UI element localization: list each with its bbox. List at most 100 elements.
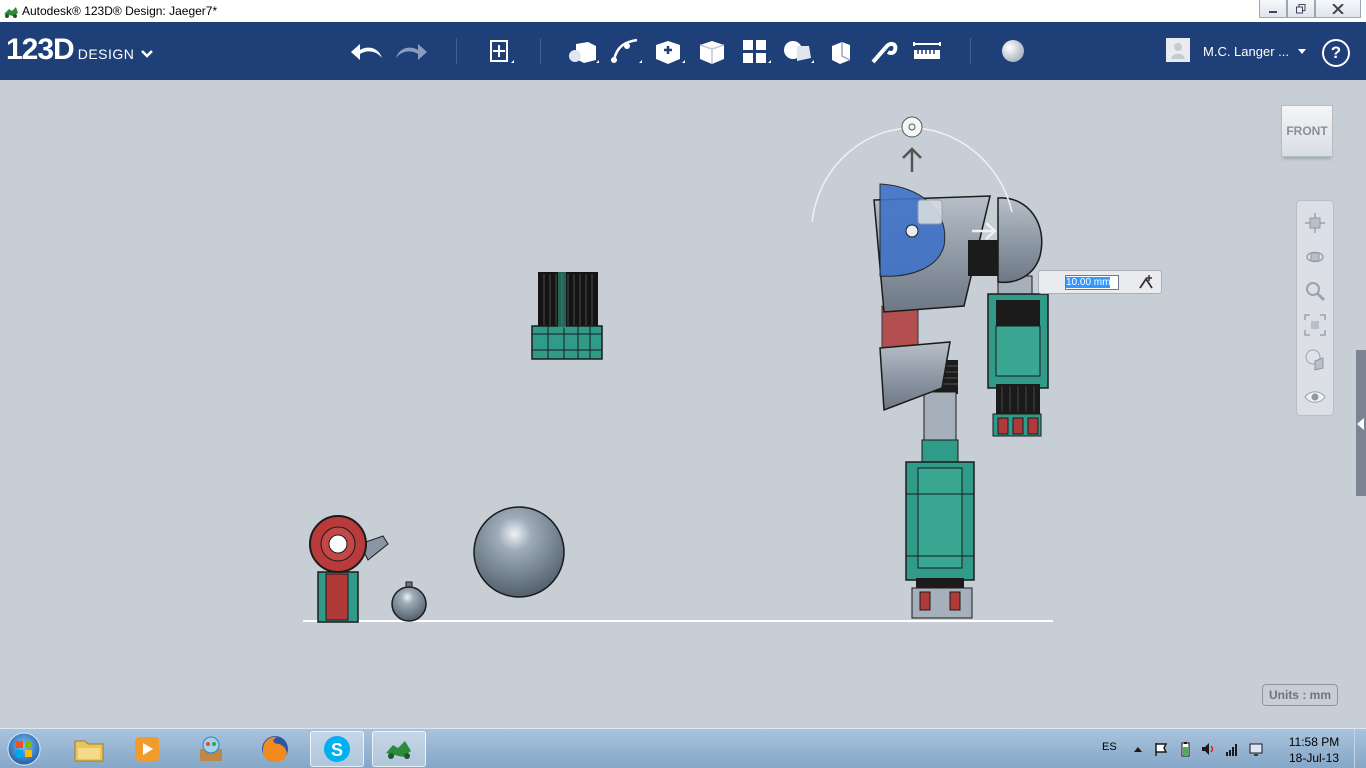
orbit-button[interactable] xyxy=(1301,243,1329,271)
minimize-icon xyxy=(1269,10,1277,13)
viewcube[interactable]: FRONT xyxy=(1281,105,1333,157)
material-button[interactable] xyxy=(996,34,1030,68)
toolbar-separator xyxy=(456,38,457,64)
volume-icon[interactable] xyxy=(1200,741,1216,757)
close-icon xyxy=(1332,3,1344,14)
taskbar-media-player[interactable] xyxy=(120,731,174,767)
taskbar: S ES 11:58 PM 18-Jul-13 xyxy=(0,728,1366,768)
network-signal-icon[interactable] xyxy=(1224,741,1240,757)
clock-time[interactable]: 11:58 PM xyxy=(1284,735,1344,749)
grouping-icon xyxy=(784,41,814,63)
dimension-input-box: 10.00 mm xyxy=(1038,270,1162,294)
fit-button[interactable] xyxy=(1301,311,1329,339)
restore-icon xyxy=(1296,3,1306,13)
transform-button[interactable] xyxy=(482,34,516,68)
3d-viewport[interactable]: FRONT 10.00 mm Units : mm xyxy=(0,80,1366,728)
clock-date[interactable]: 18-Jul-13 xyxy=(1284,751,1344,765)
large-sphere-model[interactable] xyxy=(473,506,565,598)
orbit-icon xyxy=(1306,251,1324,263)
dimension-value: 10.00 mm xyxy=(1066,277,1111,288)
undo-button[interactable] xyxy=(350,34,384,68)
primitives-icon xyxy=(569,42,599,63)
undo-icon xyxy=(351,44,382,60)
measure-button[interactable] xyxy=(910,34,944,68)
floating-joint-model[interactable] xyxy=(531,272,603,360)
logo-subtext: DESIGN xyxy=(77,46,135,62)
toolbar-separator xyxy=(970,38,971,64)
show-desktop-button[interactable] xyxy=(1354,729,1366,768)
123d-design-icon xyxy=(386,741,411,759)
chevron-left-icon xyxy=(1357,418,1364,430)
leg-model[interactable] xyxy=(905,360,975,619)
units-button[interactable]: Units : mm xyxy=(1262,684,1338,706)
grouping-button[interactable] xyxy=(781,34,815,68)
scene-canvas[interactable] xyxy=(0,80,1366,728)
paint-icon xyxy=(200,736,222,761)
viewcube-face-label: FRONT xyxy=(1286,124,1328,138)
snap-button[interactable] xyxy=(867,34,901,68)
window-title: Autodesk® 123D® Design: Jaeger7* xyxy=(22,4,218,18)
folder-icon xyxy=(74,740,104,762)
snap-icon[interactable] xyxy=(1137,273,1155,291)
user-name[interactable]: M.C. Langer ... xyxy=(1203,44,1289,59)
app-icon xyxy=(4,7,18,18)
logo-text: 123D xyxy=(6,33,75,66)
construct-button[interactable] xyxy=(652,34,686,68)
combine-button[interactable] xyxy=(824,34,858,68)
media-player-icon xyxy=(135,737,159,761)
eye-icon xyxy=(1304,391,1326,403)
zoom-button[interactable] xyxy=(1301,277,1329,305)
language-indicator[interactable]: ES xyxy=(1102,741,1117,753)
taskbar-paint[interactable] xyxy=(184,731,238,767)
sketch-icon xyxy=(611,38,642,63)
pan-button[interactable] xyxy=(1301,209,1329,237)
maximize-button[interactable] xyxy=(1287,0,1315,18)
turret-model[interactable] xyxy=(309,515,389,623)
dimension-input[interactable]: 10.00 mm xyxy=(1065,275,1119,290)
app-menu-button[interactable]: 123D DESIGN xyxy=(6,33,154,67)
help-button[interactable]: ? xyxy=(1322,39,1350,67)
zoom-icon xyxy=(1306,282,1326,302)
visibility-button[interactable] xyxy=(1301,383,1329,411)
combine-icon xyxy=(832,42,851,64)
small-sphere-model[interactable] xyxy=(391,581,427,622)
windows-start-icon xyxy=(7,732,41,766)
ruler-icon xyxy=(913,42,941,59)
pan-icon xyxy=(1305,213,1325,233)
sketch-button[interactable] xyxy=(609,34,643,68)
modify-button[interactable] xyxy=(695,34,729,68)
chevron-down-icon[interactable] xyxy=(1297,48,1307,56)
firefox-icon xyxy=(262,736,288,763)
start-button[interactable] xyxy=(4,731,44,767)
primitives-button[interactable] xyxy=(566,34,600,68)
user-icon xyxy=(1171,43,1185,59)
views-icon xyxy=(1305,349,1324,371)
taskbar-skype[interactable]: S xyxy=(310,731,364,767)
transform-icon xyxy=(490,40,514,63)
navigation-bar xyxy=(1296,200,1334,416)
taskbar-explorer[interactable] xyxy=(62,731,116,767)
window-titlebar: Autodesk® 123D® Design: Jaeger7* xyxy=(0,0,1366,23)
views-button[interactable] xyxy=(1301,345,1329,373)
avatar[interactable] xyxy=(1166,38,1190,62)
skype-icon: S xyxy=(324,736,350,762)
pattern-button[interactable] xyxy=(738,34,772,68)
taskbar-123d-design[interactable] xyxy=(372,731,426,767)
main-toolbar: 123D DESIGN M.C. Langer ... ? xyxy=(0,22,1366,80)
battery-icon[interactable] xyxy=(1177,741,1193,757)
svg-text:S: S xyxy=(331,740,343,760)
taskbar-firefox[interactable] xyxy=(248,731,302,767)
modify-icon xyxy=(699,41,725,64)
measure-snap-icon xyxy=(871,41,898,64)
action-center-flag-icon[interactable] xyxy=(1153,741,1169,757)
material-icon xyxy=(1002,40,1024,62)
display-icon[interactable] xyxy=(1248,741,1264,757)
minimize-button[interactable] xyxy=(1259,0,1287,18)
fit-icon xyxy=(1304,314,1326,336)
close-button[interactable] xyxy=(1315,0,1361,18)
toolbar-separator xyxy=(540,38,541,64)
construct-icon xyxy=(656,41,685,64)
arm-model[interactable] xyxy=(987,275,1049,437)
chevron-up-icon[interactable] xyxy=(1130,741,1146,757)
redo-button[interactable] xyxy=(394,34,428,68)
